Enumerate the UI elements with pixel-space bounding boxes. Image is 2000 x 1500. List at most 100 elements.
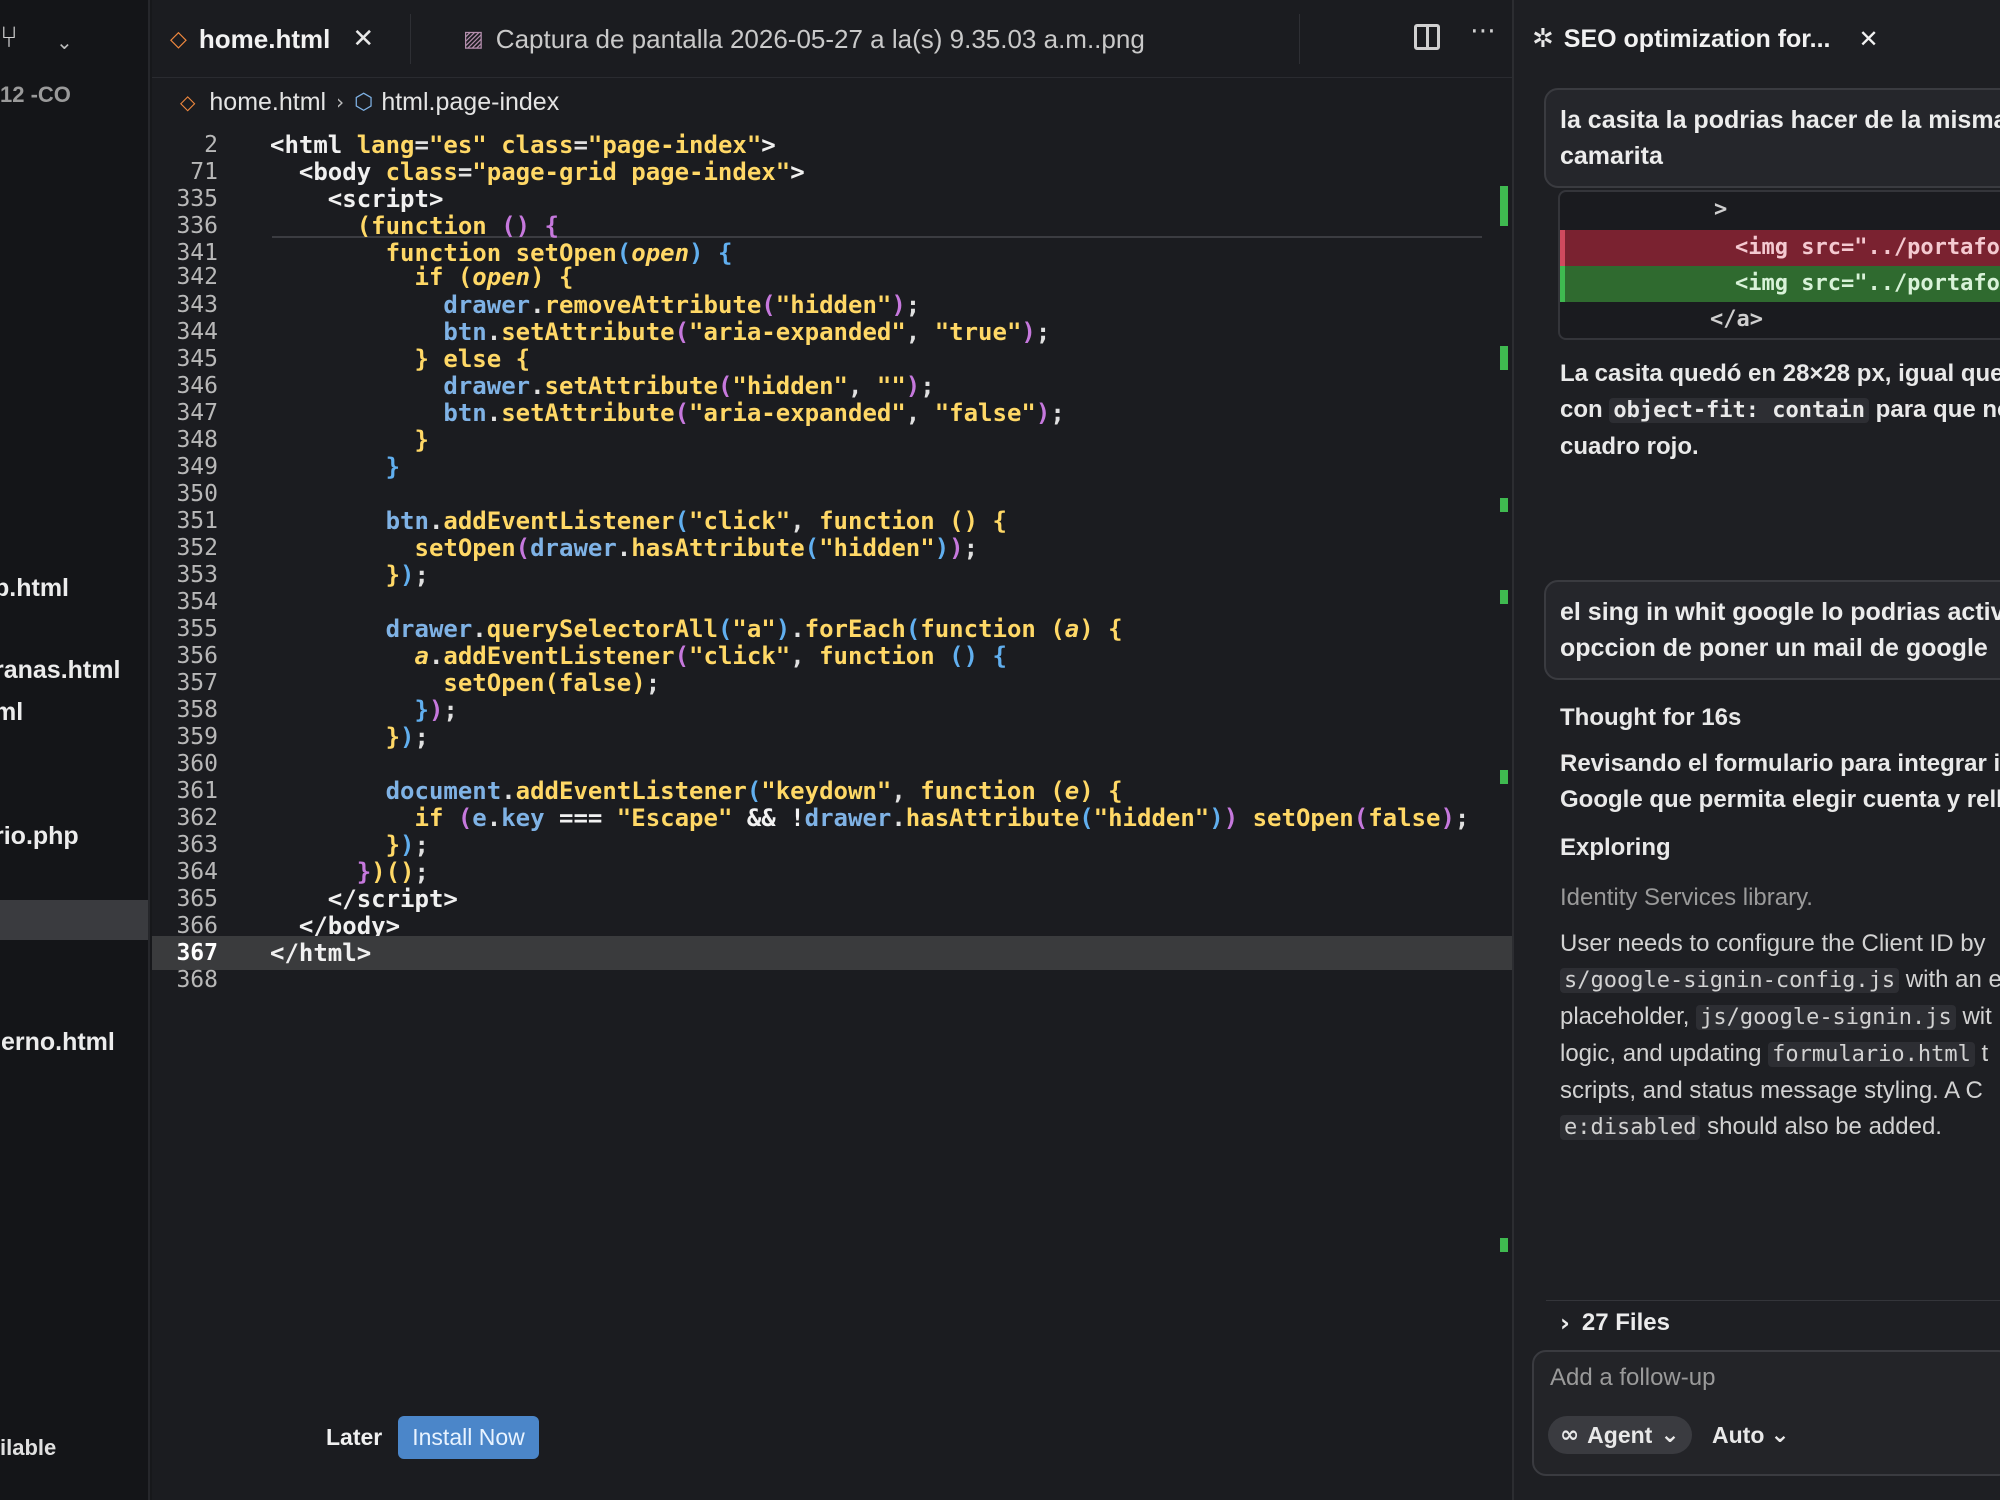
symbol-icon: ⬡ [354,89,374,115]
reply-text: con [1560,396,1610,423]
reasoning-summary: Revisando el formulario para integrar in… [1560,746,2000,818]
chevron-down-icon: ⌄ [1660,1422,1680,1448]
follow-up-input[interactable]: Add a follow-up [1550,1364,1715,1392]
inline-code: s/google-signin-config.js [1560,968,1900,993]
infinity-icon: ∞ [1560,1422,1580,1448]
inline-code: formulario.html [1768,1042,1975,1067]
explorer-file-item[interactable]: ranas.html [0,656,120,685]
message-line: camarita [1560,142,1663,170]
line-number: 368 [176,967,218,993]
ai-chat-panel: ✲ SEO optimization for... ✕ la casita la… [1512,0,2000,1500]
sparkle-icon: ✲ [1532,24,1554,54]
code-line[interactable]: 368 [152,963,1512,997]
html-file-icon: ◇ [180,90,196,114]
detail-text: should also be added. [1700,1113,1942,1140]
detail-text: with an en [1905,966,2000,993]
detail-text: logic, and updating [1560,1040,1769,1067]
inline-code: js/google-signin.js [1696,1005,1956,1030]
reply-text: para que no [1869,396,2000,423]
chevron-right-icon: › [1560,1308,1570,1337]
detail-text: wit [1955,1003,1992,1030]
project-label: 12 -CO [0,82,71,107]
chat-composer[interactable]: Add a follow-up ∞ Agent ⌄ Auto ⌄ [1532,1350,2000,1476]
exploring-label[interactable]: Exploring [1560,830,2000,866]
changed-files-toggle[interactable]: › 27 Files [1546,1300,2000,1344]
user-message[interactable]: el sing in whit google lo podrias activa… [1544,580,2000,680]
chevron-down-icon[interactable]: ⌄ [56,30,73,54]
source-control-icon[interactable]: ⑂ [0,22,26,54]
reasoning-line: Revisando el formulario para integrar in… [1560,750,2000,777]
exploring-detail: Identity Services library. [1560,884,1813,911]
more-actions-icon[interactable]: ⋯ [1470,16,1496,46]
inline-code: e:disabled [1560,1115,1701,1140]
explorer-file-item[interactable]: ml [0,698,23,727]
detail-line: e:disabled should also be added. [1560,1109,2000,1146]
chevron-right-icon: › [336,90,345,114]
tab-home-html[interactable]: ◇ home.html ✕ [170,14,374,64]
explorer-file-item[interactable]: rio.php [0,822,79,851]
update-status-text: ilable [0,1435,57,1460]
git-change-marker[interactable] [1500,1238,1508,1252]
tab-screenshot-png[interactable]: ▨ Captura de pantalla 2026-05-27 a la(s)… [410,14,1300,64]
message-line: la casita la podrias hacer de la misma e… [1560,106,2000,134]
inline-code: object-fit: contain [1609,398,1870,423]
thought-duration[interactable]: Thought for 16s [1560,700,2000,736]
model-selector[interactable]: Auto ⌄ [1712,1416,1790,1454]
detail-line: placeholder, js/google-signin.js wit [1560,999,2000,1036]
breadcrumb: ◇ home.html › ⬡ html.page-index [180,84,559,120]
install-now-button[interactable]: Install Now [398,1415,539,1459]
html-file-icon: ◇ [170,26,187,52]
detail-line: s/google-signin-config.js with an en [1560,962,2000,999]
git-change-marker[interactable] [1500,770,1508,784]
diff-removed-line: <img src="../portafo [1560,230,2000,266]
reply-line: La casita quedó en 28×28 px, igual que [1560,360,2000,387]
reasoning-line: Google que permita elegir cuenta y relle [1560,786,2000,813]
assistant-details: User needs to configure the Client ID by… [1560,926,2000,1146]
editor-tab-bar: ◇ home.html ✕ ▨ Captura de pantalla 2026… [152,0,1512,78]
image-file-icon: ▨ [463,26,484,52]
breadcrumb-symbol[interactable]: html.page-index [381,88,559,117]
git-change-marker[interactable] [1500,590,1508,604]
chevron-down-icon: ⌄ [1770,1422,1790,1448]
user-message[interactable]: la casita la podrias hacer de la misma e… [1544,88,2000,188]
breadcrumb-file[interactable]: home.html [209,88,326,117]
code-editor: ◇ home.html ✕ ▨ Captura de pantalla 2026… [152,0,1512,1500]
reply-line: con object-fit: contain para que no [1560,392,2000,429]
file-explorer: ⑂ ⌄ 12 -CO p.html ranas.html ml rio.php … [0,0,150,1500]
code-area[interactable]: 2 <html lang="es" class="page-index"> 71… [152,128,1512,1252]
git-change-marker[interactable] [1500,498,1508,512]
assistant-reply: La casita quedó en 28×28 px, igual que c… [1560,356,2000,465]
detail-line: scripts, and status message styling. A C [1560,1077,1983,1104]
detail-text: t [1974,1040,1989,1067]
close-icon[interactable]: ✕ [1858,25,1878,53]
chat-title[interactable]: SEO optimization for... [1564,25,1831,54]
tab-label: home.html [198,23,331,54]
chat-header: ✲ SEO optimization for... ✕ [1532,24,1879,54]
detail-line: logic, and updating formulario.html t [1560,1036,2000,1073]
message-line: el sing in whit google lo podrias activa… [1560,598,2000,626]
code-diff-block[interactable]: > <img src="../portafo <img src="../port… [1558,190,2000,340]
tab-label: Captura de pantalla 2026-05-27 a la(s) 9… [495,23,1145,54]
diff-added-line: <img src="../portafo [1560,266,2000,302]
update-notification: Later Install Now [304,1405,554,1469]
explorer-file-item[interactable]: lerno.html [0,1028,115,1057]
model-label: Auto [1712,1421,1765,1448]
explorer-selected-row[interactable] [0,900,148,940]
close-icon[interactable]: ✕ [352,24,374,54]
files-count: 27 Files [1581,1308,1670,1336]
detail-line: User needs to configure the Client ID by [1560,930,1986,957]
diff-context-line: > [1714,197,1728,222]
later-button[interactable]: Later [326,1424,382,1451]
explorer-file-item[interactable]: p.html [0,574,69,603]
git-change-marker[interactable] [1500,346,1508,370]
message-line: opccion de poner un mail de google [1560,634,1988,662]
diff-context-line: </a> [1710,307,1763,332]
explorer-toolbar: ⑂ ⌄ [0,22,148,62]
reply-line: cuadro rojo. [1560,433,1699,460]
git-change-marker[interactable] [1500,186,1508,226]
agent-mode-selector[interactable]: ∞ Agent ⌄ [1548,1416,1692,1454]
detail-text: placeholder, [1560,1003,1697,1030]
mode-label: Agent [1587,1421,1653,1448]
split-editor-icon[interactable] [1414,24,1440,50]
